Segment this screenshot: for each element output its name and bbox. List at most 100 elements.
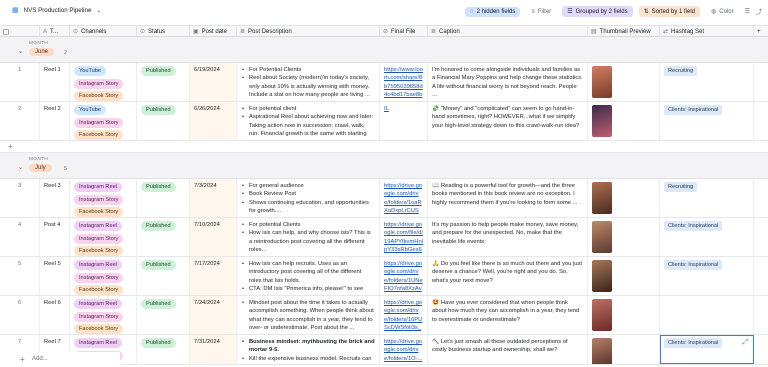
post-description-cell[interactable]: Mindset post about the time it takes to … — [237, 296, 380, 334]
post-date-cell[interactable]: 7/31/2024 — [190, 335, 237, 364]
post-description-cell[interactable]: How isis can help recruits. Uses as an i… — [237, 257, 380, 295]
post-description-cell[interactable]: For Potential ClientsReel about Society … — [237, 63, 380, 101]
header-post-date[interactable]: ▣ Post date — [190, 26, 237, 37]
hashtag-cell[interactable]: Clients: Inspirational — [660, 257, 754, 295]
thumbnail-image[interactable] — [592, 105, 612, 137]
post-date-cell[interactable]: 7/24/2024 — [190, 296, 237, 334]
final-file-link[interactable]: IL — [384, 106, 389, 112]
channels-cell[interactable]: Instagram ReelInstagram Story Facebook St… — [70, 218, 137, 256]
group-header-july[interactable]: ⌄ MONTH July 5 — [0, 153, 768, 179]
status-cell[interactable]: Published — [137, 218, 190, 256]
final-file-cell[interactable]: https://drive.google.com/drive/folders/1… — [380, 335, 428, 364]
group-header-june[interactable]: ⌄ MONTH June 2 — [0, 37, 768, 63]
header-select-all[interactable] — [0, 26, 40, 37]
header-title[interactable]: A T... — [40, 26, 70, 37]
caption-cell[interactable]: 🙏 Do you feel like there is so much out … — [428, 257, 588, 295]
title-cell[interactable]: Reel 2 — [40, 102, 70, 140]
thumbnail-image[interactable] — [592, 299, 612, 331]
row-number-cell[interactable]: 5 — [0, 257, 40, 295]
caption-cell[interactable]: 📖 Reading is a powerful tool for growth—… — [428, 179, 588, 217]
final-file-cell[interactable]: https://drive.google.com/drive/folders/1… — [380, 296, 428, 334]
share-icon[interactable]: ⤴ — [756, 7, 762, 16]
status-cell[interactable]: Published — [137, 296, 190, 334]
table-row[interactable]: 6 Reel 6 Instagram Reel Instagram Story Face… — [0, 296, 768, 335]
channels-cell[interactable]: Instagram ReelInstagram Story Facebook St… — [70, 296, 137, 334]
hashtag-cell[interactable]: Recruiting — [660, 63, 754, 101]
channels-cell[interactable]: YouTube Instagram Story Facebook Story — [70, 63, 137, 101]
add-record-button[interactable]: Add... — [32, 356, 48, 362]
title-cell[interactable]: Post 4 — [40, 218, 70, 256]
view-switcher[interactable]: ▦ NVS Production Pipeline ⌄ — [12, 6, 102, 15]
row-number-cell[interactable]: 2 — [0, 102, 40, 140]
hashtag-cell[interactable] — [660, 296, 754, 334]
thumbnail-image[interactable] — [592, 182, 612, 214]
row-height-icon[interactable]: ☰ — [745, 8, 750, 15]
chevron-down-icon[interactable]: ⌄ — [18, 164, 23, 171]
header-channels[interactable]: ⊙ Channels — [70, 26, 137, 37]
post-date-cell[interactable]: 6/26/2024 — [190, 102, 237, 140]
final-file-cell[interactable]: IL — [380, 102, 428, 140]
row-number-cell[interactable]: 1 — [0, 63, 40, 101]
thumbnail-cell[interactable] — [588, 296, 660, 334]
status-cell[interactable]: Published — [137, 335, 190, 364]
thumbnail-cell[interactable] — [588, 63, 660, 101]
status-cell[interactable]: Published — [137, 257, 190, 295]
hashtag-cell[interactable]: Clients: Inspirational — [660, 218, 754, 256]
table-row[interactable]: 4 Post 4 Instagram Reel Instagram Story Face… — [0, 218, 768, 257]
caption-cell[interactable]: It's my passion to help people make mone… — [428, 218, 588, 256]
caption-cell[interactable]: 🤩 Have you ever considered that when peo… — [428, 296, 588, 334]
header-status[interactable]: ⊙ Status — [137, 26, 190, 37]
header-hashtag[interactable]: ⇄ Hashtag Set — [660, 26, 754, 37]
filter-button[interactable]: ≡ Filter — [526, 7, 556, 17]
caption-cell[interactable]: 🔨 Let's just smash all those outdated pe… — [428, 335, 588, 364]
final-file-cell[interactable]: https://drive.google.com/file/d/19APYfkv… — [380, 218, 428, 256]
final-file-link[interactable]: https://drive.google.com/file/d/19APYfkv… — [384, 222, 423, 256]
thumbnail-cell[interactable] — [588, 218, 660, 256]
final-file-link[interactable]: https://drive.google.com/drive/folders/1… — [384, 339, 422, 362]
title-cell[interactable]: Reel 1 — [40, 63, 70, 101]
thumbnail-cell[interactable] — [588, 102, 660, 140]
hidden-fields-button[interactable]: ◌ 2 hidden fields — [465, 6, 521, 17]
title-cell[interactable]: Reel 5 — [40, 257, 70, 295]
thumbnail-cell[interactable] — [588, 257, 660, 295]
final-file-cell[interactable]: https://drive.google.com/drive/folders/1… — [380, 257, 428, 295]
color-button[interactable]: ◍ Color — [706, 6, 739, 17]
expand-icon[interactable]: ⤢ — [742, 338, 748, 348]
title-cell[interactable]: Reel 6 — [40, 296, 70, 334]
thumbnail-image[interactable] — [592, 260, 612, 292]
final-file-cell[interactable]: https://www.loom.com/share/8b7595039858d… — [380, 63, 428, 101]
hashtag-cell[interactable]: Clients: Inspirational ⤢ — [660, 335, 754, 364]
title-cell[interactable]: Reel 3 — [40, 179, 70, 217]
table-row[interactable]: 1 Reel 1 YouTube Instagram Story Facebook St… — [0, 63, 768, 102]
thumbnail-cell[interactable] — [588, 179, 660, 217]
post-description-cell[interactable]: For general audienceBook Review PostShow… — [237, 179, 380, 217]
post-date-cell[interactable]: 7/17/2024 — [190, 257, 237, 295]
group-button[interactable]: ☰ Grouped by 2 fields — [562, 6, 633, 17]
thumbnail-image[interactable] — [592, 338, 612, 364]
post-description-cell[interactable]: For potential clientAspirational Reel ab… — [237, 102, 380, 140]
status-cell[interactable]: Published — [137, 179, 190, 217]
final-file-link[interactable]: https://www.loom.com/share/8b7595039858d… — [384, 67, 423, 101]
plus-icon[interactable]: + — [20, 355, 25, 364]
row-number-cell[interactable]: 6 — [0, 296, 40, 334]
channels-cell[interactable]: Instagram ReelInstagram Story Facebook St… — [70, 179, 137, 217]
final-file-link[interactable]: https://drive.google.com/drive/folders/1… — [384, 261, 423, 295]
table-row[interactable]: 2 Reel 2 YouTube Instagram Story Facebook St… — [0, 102, 768, 141]
final-file-cell[interactable]: https://drive.google.com/drive/folders/1… — [380, 179, 428, 217]
table-row[interactable]: 3 Reel 3 Instagram Reel Instagram Story Face… — [0, 179, 768, 218]
header-post-description[interactable]: ≣ Post Description — [237, 26, 380, 37]
row-number-cell[interactable]: 3 — [0, 179, 40, 217]
thumbnail-image[interactable] — [592, 66, 612, 98]
status-cell[interactable]: Published — [137, 63, 190, 101]
chevron-down-icon[interactable]: ⌄ — [18, 48, 23, 55]
header-final-file[interactable]: ⊘ Final File — [380, 26, 428, 37]
channels-cell[interactable]: Instagram ReelInstagram Story Facebook St… — [70, 257, 137, 295]
hashtag-cell[interactable]: Recruiting — [660, 179, 754, 217]
post-date-cell[interactable]: 7/10/2024 — [190, 218, 237, 256]
caption-cell[interactable]: 💸 "Money" and "complicated" can seem to … — [428, 102, 588, 140]
post-date-cell[interactable]: 6/19/2024 — [190, 63, 237, 101]
sort-button[interactable]: ⇅ Sorted by 1 field — [638, 6, 700, 17]
row-number-cell[interactable]: 4 — [0, 218, 40, 256]
final-file-link[interactable]: https://drive.google.com/drive/folders/1… — [384, 300, 422, 334]
thumbnail-cell[interactable] — [588, 335, 660, 364]
